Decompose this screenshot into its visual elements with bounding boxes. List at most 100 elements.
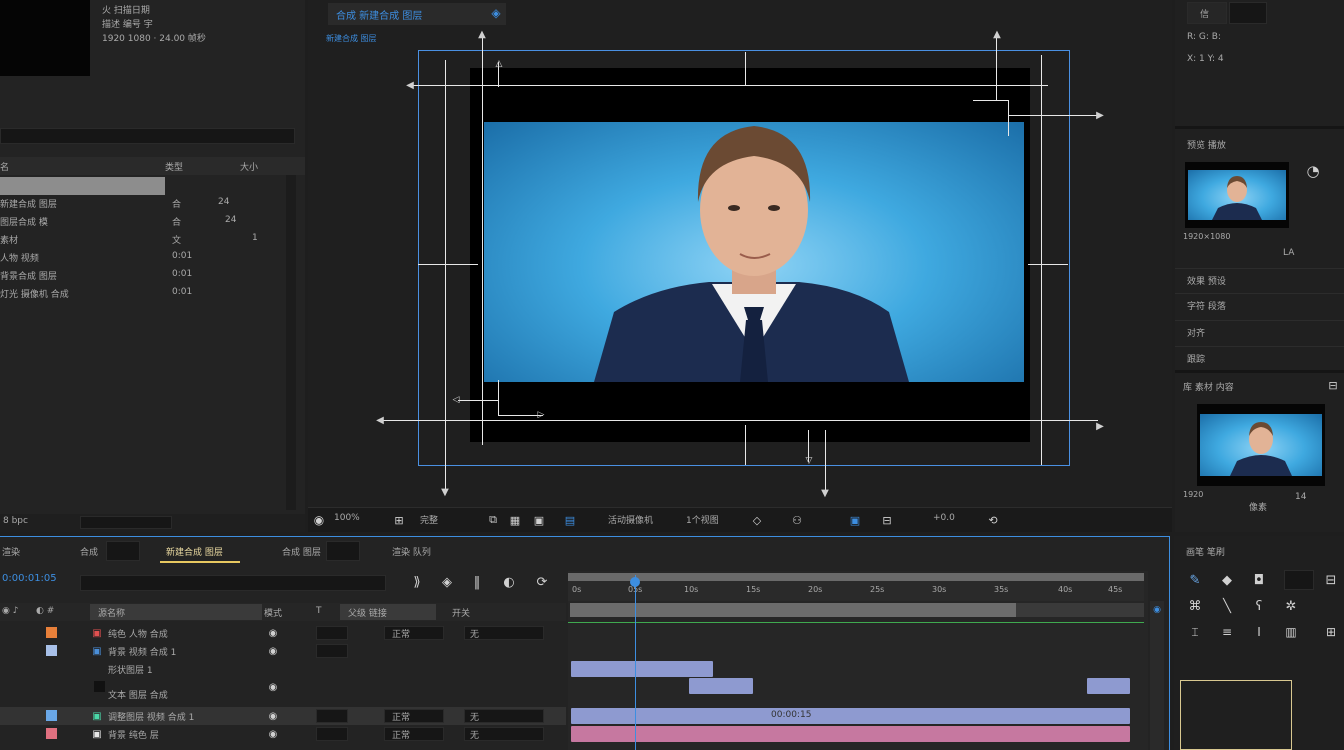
brush-icon[interactable]: ✎	[1184, 570, 1206, 590]
timeline-scrollbar[interactable]: ◉	[1150, 601, 1164, 750]
menu-effects-presets[interactable]: 效果 预设	[1175, 268, 1344, 290]
layer-color-swatch[interactable]	[46, 627, 57, 638]
views-dropdown[interactable]: 1个视图	[686, 513, 719, 526]
project-scrollbar[interactable]	[286, 175, 296, 510]
guide-line[interactable]	[378, 420, 1098, 421]
grid-small-icon[interactable]: ⊞	[1320, 622, 1342, 642]
project-header-name[interactable]: 名	[0, 160, 9, 173]
menu-tracker[interactable]: 跟踪	[1175, 346, 1344, 368]
timeline-tracks[interactable]: 0s 05s 10s 15s 20s 25s 30s 35s 40s 45s 0…	[568, 571, 1148, 750]
table-icon[interactable]: ▥	[1280, 622, 1302, 642]
layer-bar[interactable]	[689, 678, 753, 694]
playhead[interactable]	[635, 575, 636, 750]
timecode-display[interactable]: 0:00:01:05	[2, 573, 57, 584]
project-item[interactable]: 灯光 摄像机 合成 0:01	[0, 285, 290, 303]
col-parent-header[interactable]: 父级 链接	[340, 604, 436, 620]
shy-icon[interactable]: ◈	[438, 573, 456, 591]
viewer-lock-icon[interactable]: ◈	[488, 5, 504, 21]
graph-editor-icon[interactable]: ⟳	[532, 573, 552, 591]
arrow-right-icon[interactable]: ▶	[1094, 420, 1106, 432]
arrow-up-icon[interactable]: ▲	[475, 28, 489, 40]
paint-menu-icon[interactable]: ⊟	[1320, 570, 1342, 590]
layer-color-swatch[interactable]	[94, 681, 105, 692]
mask-icon[interactable]: ▣	[530, 511, 548, 529]
library-thumbnail[interactable]	[1197, 404, 1325, 486]
layer-bar[interactable]	[1087, 678, 1130, 694]
guide-line[interactable]	[1008, 100, 1009, 136]
guide-line[interactable]	[973, 100, 1008, 101]
guide-line[interactable]	[745, 52, 746, 86]
timeline-tab-comp[interactable]: 合成	[80, 545, 98, 558]
layer-fx-icon[interactable]: ◉	[266, 727, 280, 741]
playhead-handle[interactable]	[630, 577, 640, 587]
arrow-up-icon[interactable]: ▲	[990, 28, 1004, 40]
layer-fx-icon[interactable]: ◉	[266, 644, 280, 658]
col-mode-header[interactable]: 模式	[264, 606, 282, 619]
arrow-left-icon[interactable]: ◀	[374, 414, 386, 426]
bar-icon[interactable]: Ⅰ	[1248, 622, 1270, 642]
timeline-tab-3[interactable]: 合成 图层	[282, 545, 321, 558]
preview-thumbnail[interactable]	[1185, 162, 1289, 228]
timer-icon[interactable]: ◔	[1302, 160, 1324, 182]
arrow-up-icon[interactable]: △	[492, 58, 506, 70]
project-item-selected[interactable]	[0, 177, 165, 195]
exposure-value[interactable]: +0.0	[933, 513, 955, 523]
layer-row[interactable]: ▣ 背景 视频 合成 1 ◉	[0, 642, 566, 660]
guide-line[interactable]	[418, 264, 478, 265]
arrow-left-icon[interactable]: ◀	[404, 79, 416, 91]
guide-line[interactable]	[1008, 115, 1100, 116]
zoom-icon[interactable]: ◉	[1150, 603, 1164, 617]
fast-preview-icon[interactable]: ⊟	[878, 511, 896, 529]
timeline-tab-4[interactable]: 渲染 队列	[392, 545, 431, 558]
3d-icon[interactable]: ▣	[846, 511, 864, 529]
line-tool-icon[interactable]: ╲	[1216, 596, 1238, 616]
project-header-type[interactable]: 类型	[165, 160, 183, 173]
reset-exposure-icon[interactable]: ⟲	[984, 511, 1002, 529]
info-tab-2[interactable]	[1229, 2, 1267, 24]
layer-bar[interactable]	[571, 661, 713, 677]
guide-line[interactable]	[408, 85, 1048, 86]
viewer-breadcrumb[interactable]: 新建合成 图层	[326, 33, 377, 44]
guide-line[interactable]	[996, 35, 997, 100]
menu-align[interactable]: 对齐	[1175, 320, 1344, 342]
project-search-input[interactable]	[0, 128, 295, 144]
project-item[interactable]: 素材 文 1	[0, 231, 290, 249]
layer-color-swatch[interactable]	[46, 728, 57, 739]
info-tab[interactable]: 信	[1187, 2, 1227, 24]
col-switch-header[interactable]: 开关	[452, 606, 470, 619]
project-item[interactable]: 人物 视频 0:01	[0, 249, 290, 267]
eraser-icon[interactable]: ◘	[1248, 570, 1270, 590]
timeline-tab-render[interactable]: 渲染	[2, 545, 20, 558]
snapshot-icon[interactable]: ◉	[310, 511, 328, 529]
align-icon[interactable]: ≡	[1216, 622, 1238, 642]
guide-line[interactable]	[498, 380, 499, 416]
layer-row[interactable]: ▣ 背景 纯色 层 ◉ 正常 无	[0, 725, 566, 743]
stamp-icon[interactable]: ◆	[1216, 570, 1238, 590]
work-area-bar[interactable]	[568, 573, 1144, 581]
arrow-right-icon[interactable]: ▶	[1094, 109, 1106, 121]
pen-icon[interactable]: ⌘	[1184, 596, 1206, 616]
project-item[interactable]: 新建合成 图层 合 24	[0, 195, 290, 213]
col-source-header[interactable]: 源名称	[90, 604, 262, 620]
layer-row[interactable]: 形状图层 1	[0, 660, 566, 678]
region-icon[interactable]: ⧉	[484, 511, 502, 529]
layer-fx-icon[interactable]: ◉	[266, 680, 280, 694]
guide-line[interactable]	[458, 400, 498, 401]
layer-bar-selected[interactable]: 00:00:15	[571, 708, 1130, 724]
footer-bpc-label[interactable]: 8 bpc	[3, 516, 28, 526]
menu-character[interactable]: 字符 段落	[1175, 293, 1344, 315]
arrow-left-icon[interactable]: ◁	[450, 394, 462, 406]
layer-row-selected[interactable]: ▣ 调整图层 视频 合成 1 ◉ 正常 无	[0, 707, 566, 725]
viewer-tab[interactable]: 合成 新建合成 图层 ◈	[328, 3, 506, 25]
camera-icon[interactable]: ▤	[560, 511, 580, 529]
layer-row[interactable]: 文本 图层 合成 ◉	[0, 678, 566, 701]
footer-field[interactable]	[80, 516, 172, 529]
layer-bar[interactable]	[571, 726, 1130, 742]
guide-line[interactable]	[445, 60, 446, 490]
guide-line[interactable]	[1041, 55, 1042, 465]
project-item[interactable]: 背景合成 图层 0:01	[0, 267, 290, 285]
settings-icon[interactable]: ✲	[1280, 596, 1302, 616]
guide-line[interactable]	[745, 425, 746, 465]
camera-dropdown[interactable]: 活动摄像机	[608, 513, 653, 526]
comp-duration-bar[interactable]	[570, 603, 1016, 617]
